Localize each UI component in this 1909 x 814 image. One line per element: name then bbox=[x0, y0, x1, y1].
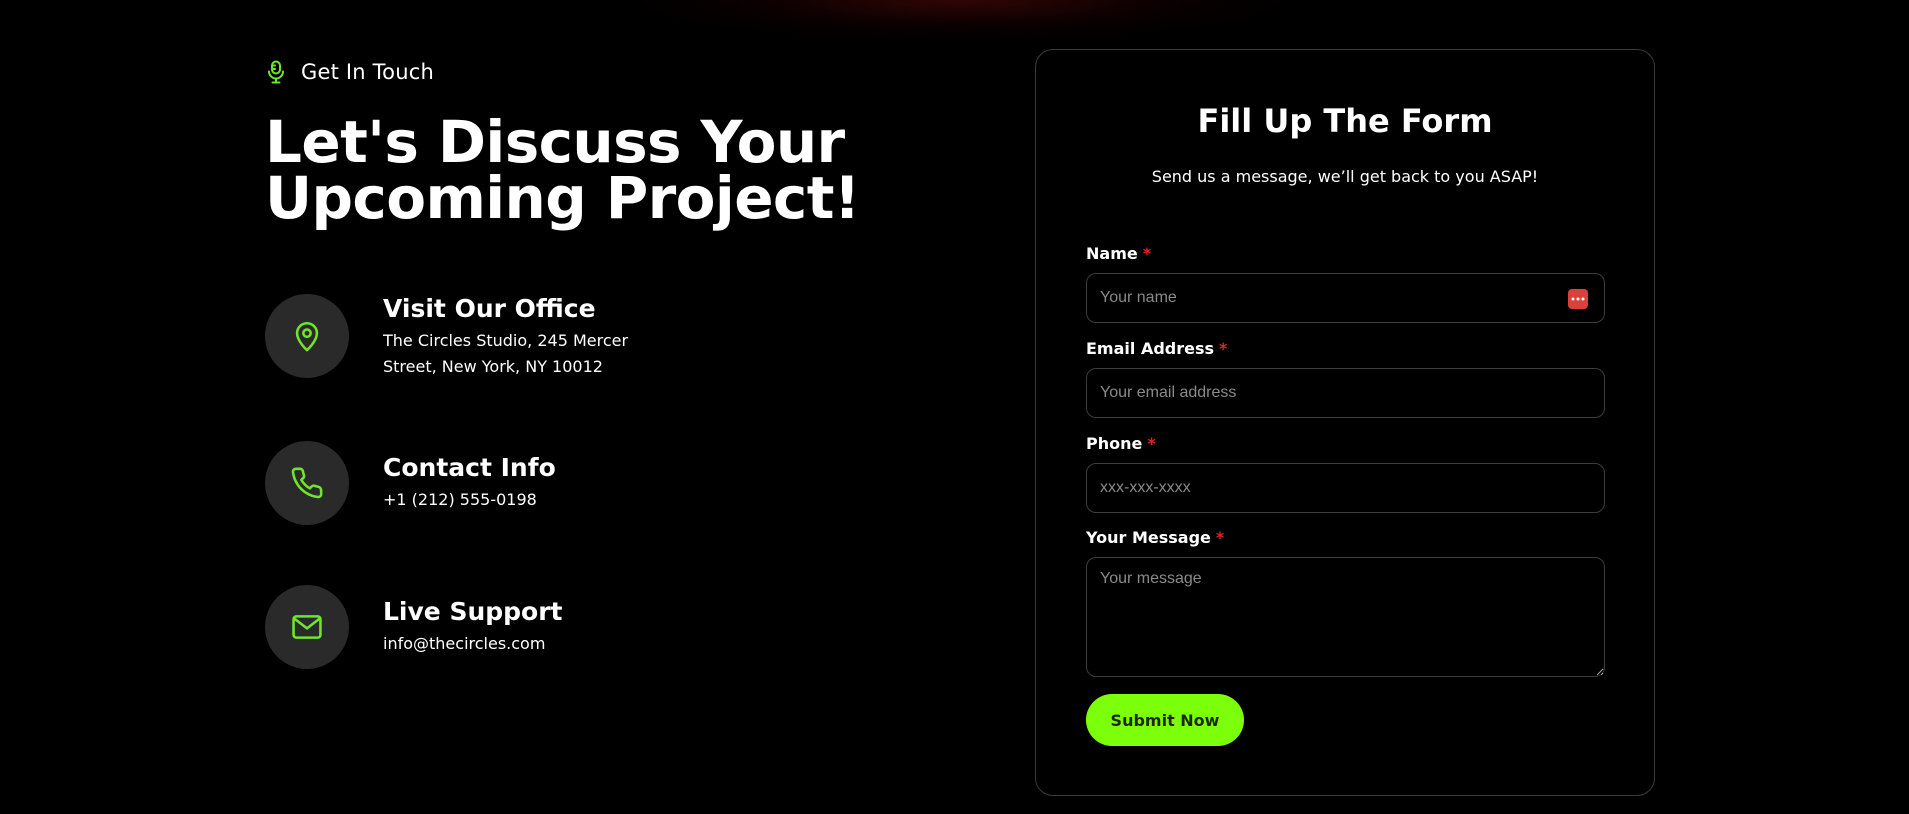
phone-input[interactable] bbox=[1086, 463, 1605, 513]
mail-icon bbox=[265, 585, 349, 669]
phone-label-text: Phone bbox=[1086, 434, 1143, 453]
name-label-text: Name bbox=[1086, 244, 1138, 263]
form-title: Fill Up The Form bbox=[1197, 102, 1493, 140]
required-marker: * bbox=[1215, 528, 1225, 547]
submit-button[interactable]: Submit Now bbox=[1086, 694, 1244, 746]
location-pin-icon bbox=[265, 294, 349, 378]
office-address: The Circles Studio, 245 Mercer Street, N… bbox=[383, 328, 628, 380]
contact-item-office: Visit Our Office The Circles Studio, 245… bbox=[265, 294, 628, 380]
email-field-group: Email Address * bbox=[1086, 338, 1605, 418]
office-address-line-1: The Circles Studio, 245 Mercer bbox=[383, 331, 629, 350]
contact-form-card: Fill Up The Form Send us a message, we’l… bbox=[1035, 49, 1655, 796]
contact-item-title: Contact Info bbox=[383, 453, 556, 482]
phone-number-text: +1 (212) 555-0198 bbox=[383, 490, 537, 509]
name-input[interactable] bbox=[1086, 273, 1605, 323]
support-email-text: info@thecircles.com bbox=[383, 634, 546, 653]
page-title: Let's Discuss Your Upcoming Project! bbox=[265, 108, 885, 232]
support-email: info@thecircles.com bbox=[383, 631, 563, 657]
contact-item-title: Live Support bbox=[383, 597, 563, 626]
eyebrow: Get In Touch bbox=[265, 58, 885, 86]
required-marker: * bbox=[1219, 339, 1228, 358]
microphone-icon bbox=[265, 59, 287, 85]
page-title-line-2: Upcoming Project! bbox=[265, 164, 860, 232]
required-marker: * bbox=[1142, 244, 1152, 263]
message-textarea[interactable] bbox=[1086, 557, 1605, 677]
contact-section: Get In Touch Let's Discuss Your Upcoming… bbox=[0, 0, 1909, 814]
email-label-text: Email Address bbox=[1086, 339, 1215, 358]
office-address-line-2: Street, New York, NY 10012 bbox=[383, 357, 603, 376]
eyebrow-label: Get In Touch bbox=[301, 60, 434, 84]
phone-label: Phone * bbox=[1086, 433, 1605, 455]
form-subtitle: Send us a message, we’ll get back to you… bbox=[1151, 167, 1539, 186]
phone-field-group: Phone * bbox=[1086, 433, 1605, 513]
contact-item-support: Live Support info@thecircles.com bbox=[265, 585, 563, 669]
email-input[interactable] bbox=[1086, 368, 1605, 418]
message-label: Your Message * bbox=[1086, 527, 1605, 549]
email-label: Email Address * bbox=[1086, 338, 1605, 360]
phone-number: +1 (212) 555-0198 bbox=[383, 487, 556, 513]
autofill-icon[interactable] bbox=[1568, 289, 1588, 309]
page-title-line-1: Let's Discuss Your bbox=[265, 108, 845, 176]
message-field-group: Your Message * bbox=[1086, 527, 1605, 681]
contact-item-phone: Contact Info +1 (212) 555-0198 bbox=[265, 441, 556, 525]
contact-intro: Get In Touch Let's Discuss Your Upcoming… bbox=[265, 58, 885, 669]
message-label-text: Your Message bbox=[1086, 528, 1211, 547]
required-marker: * bbox=[1147, 434, 1156, 453]
name-field-group: Name * bbox=[1086, 243, 1605, 323]
top-glow-decoration bbox=[640, 0, 1280, 40]
contact-item-title: Visit Our Office bbox=[383, 294, 596, 323]
name-label: Name * bbox=[1086, 243, 1605, 265]
phone-icon bbox=[265, 441, 349, 525]
